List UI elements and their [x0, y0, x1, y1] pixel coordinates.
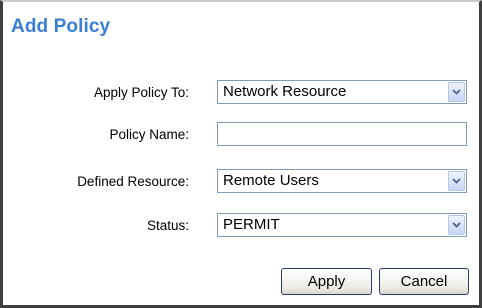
- apply-policy-to-value: Network Resource: [223, 83, 347, 100]
- policy-name-label: Policy Name:: [109, 127, 189, 142]
- cancel-button[interactable]: Cancel: [379, 268, 469, 295]
- chevron-down-icon[interactable]: [448, 215, 465, 235]
- defined-resource-row: Defined Resource: Remote Users: [3, 169, 479, 195]
- status-select[interactable]: PERMIT: [217, 213, 467, 237]
- dialog-title: Add Policy: [11, 16, 111, 37]
- policy-name-input[interactable]: [217, 122, 467, 146]
- status-label: Status:: [146, 218, 189, 233]
- status-value: PERMIT: [223, 216, 280, 233]
- chevron-down-icon[interactable]: [448, 171, 465, 191]
- status-row: Status: PERMIT: [3, 213, 479, 239]
- apply-policy-to-label: Apply Policy To:: [93, 85, 189, 100]
- apply-button[interactable]: Apply: [281, 268, 372, 295]
- policy-name-row: Policy Name:: [3, 122, 479, 148]
- defined-resource-label: Defined Resource:: [77, 174, 189, 189]
- apply-policy-to-row: Apply Policy To: Network Resource: [3, 80, 479, 106]
- chevron-down-icon[interactable]: [448, 82, 465, 102]
- defined-resource-value: Remote Users: [223, 172, 319, 189]
- apply-policy-to-select[interactable]: Network Resource: [217, 80, 467, 104]
- defined-resource-select[interactable]: Remote Users: [217, 169, 467, 193]
- add-policy-dialog: Add Policy Apply Policy To: Network Reso…: [0, 0, 482, 308]
